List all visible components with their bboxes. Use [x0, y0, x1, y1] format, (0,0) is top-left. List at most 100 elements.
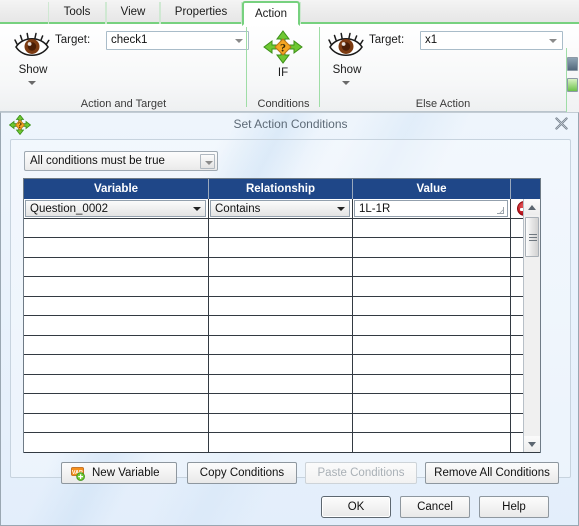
dialog-footer: OK Cancel Help: [1, 484, 578, 525]
conditions-scrollbar[interactable]: [523, 199, 540, 452]
target-combo[interactable]: check1: [106, 31, 249, 50]
show-split-button[interactable]: Show: [10, 64, 56, 76]
cell-variable[interactable]: [24, 374, 209, 394]
value-input[interactable]: 1L-1R: [354, 200, 508, 217]
paste-conditions-button[interactable]: Paste Conditions: [305, 462, 417, 484]
tab-properties-label: Properties: [174, 6, 228, 18]
cell-variable[interactable]: [24, 238, 209, 257]
table-row[interactable]: [24, 413, 540, 433]
conditions-table-body: Question_0002 Contains 1L-1R: [24, 199, 540, 453]
cell-variable[interactable]: [24, 316, 209, 335]
column-header-variable[interactable]: Variable: [24, 179, 209, 199]
cell-variable[interactable]: [24, 218, 209, 238]
cell-relationship[interactable]: [209, 413, 353, 433]
eye-icon: [14, 32, 50, 58]
cell-variable[interactable]: [24, 257, 209, 277]
chevron-down-icon: [235, 39, 243, 43]
column-header-value[interactable]: Value: [353, 179, 511, 199]
tab-properties[interactable]: Properties: [160, 2, 242, 24]
tab-view[interactable]: View: [106, 2, 160, 24]
table-row[interactable]: [24, 218, 540, 238]
scroll-up-arrow[interactable]: [524, 199, 540, 215]
cell-variable[interactable]: [24, 394, 209, 413]
ribbon-body: Show Target: check1 Action and Target ? …: [0, 24, 579, 136]
cell-relationship[interactable]: [209, 433, 353, 452]
conditions-panel: All conditions must be true Variable Rel…: [10, 139, 571, 484]
cell-variable[interactable]: [24, 277, 209, 296]
cell-value[interactable]: [353, 316, 511, 335]
cell-value[interactable]: [353, 218, 511, 238]
cell-relationship[interactable]: [209, 394, 353, 413]
relationship-combo[interactable]: Contains: [210, 200, 350, 217]
overflow-item-2-icon[interactable]: [567, 78, 578, 92]
cell-variable[interactable]: [24, 413, 209, 433]
table-row[interactable]: Question_0002 Contains 1L-1R: [24, 199, 540, 219]
cell-relationship[interactable]: [209, 257, 353, 277]
variable-combo[interactable]: Question_0002: [25, 200, 206, 217]
cell-variable[interactable]: [24, 335, 209, 355]
cell-value[interactable]: [353, 374, 511, 394]
cell-variable[interactable]: [24, 433, 209, 452]
chevron-down-icon: [549, 39, 557, 43]
remove-all-conditions-button[interactable]: Remove All Conditions: [425, 462, 559, 484]
cell-value[interactable]: [353, 296, 511, 316]
scrollbar-thumb[interactable]: [525, 217, 539, 257]
cell-variable[interactable]: Question_0002: [24, 199, 209, 218]
table-row[interactable]: [24, 316, 540, 336]
table-row[interactable]: [24, 257, 540, 277]
cell-value[interactable]: [353, 277, 511, 296]
table-row[interactable]: [24, 238, 540, 258]
ok-label: OK: [347, 501, 365, 513]
cell-relationship[interactable]: [209, 277, 353, 296]
chevron-down-icon: [193, 207, 201, 211]
cell-relationship[interactable]: [209, 296, 353, 316]
table-row[interactable]: [24, 374, 540, 394]
else-show-dropdown-arrow[interactable]: [342, 81, 350, 85]
chevron-down-icon[interactable]: [200, 154, 215, 169]
cell-relationship[interactable]: [209, 355, 353, 374]
cell-relationship[interactable]: [209, 218, 353, 238]
cell-value[interactable]: [353, 257, 511, 277]
cell-value[interactable]: [353, 238, 511, 257]
show-dropdown-arrow[interactable]: [28, 81, 36, 85]
close-icon[interactable]: [554, 117, 569, 132]
cell-value[interactable]: [353, 394, 511, 413]
overflow-item-1-icon[interactable]: [567, 57, 578, 71]
cell-variable[interactable]: [24, 355, 209, 374]
scroll-down-arrow[interactable]: [524, 436, 540, 452]
else-show-split-button[interactable]: Show: [324, 64, 370, 76]
cell-value[interactable]: 1L-1R: [353, 199, 511, 218]
tab-tools[interactable]: Tools: [48, 2, 106, 24]
condition-logic-select[interactable]: All conditions must be true: [24, 151, 218, 171]
help-button[interactable]: Help: [479, 496, 549, 518]
column-header-relationship[interactable]: Relationship: [209, 179, 353, 199]
show-label: Show: [18, 64, 48, 76]
if-arrows-question-icon[interactable]: ?: [263, 30, 303, 64]
new-variable-button[interactable]: VAR New Variable: [61, 462, 177, 484]
cell-value[interactable]: [353, 355, 511, 374]
copy-conditions-button[interactable]: Copy Conditions: [187, 462, 297, 484]
condition-logic-value: All conditions must be true: [30, 155, 165, 167]
cell-value[interactable]: [353, 335, 511, 355]
table-row[interactable]: [24, 433, 540, 453]
cell-relationship[interactable]: Contains: [209, 199, 353, 218]
cell-variable[interactable]: [24, 296, 209, 316]
ok-button[interactable]: OK: [321, 496, 391, 518]
cancel-button[interactable]: Cancel: [400, 496, 470, 518]
expand-corner-icon[interactable]: [497, 207, 504, 214]
else-target-combo[interactable]: x1: [420, 31, 563, 50]
cell-relationship[interactable]: [209, 238, 353, 257]
table-row[interactable]: [24, 355, 540, 375]
table-row[interactable]: [24, 335, 540, 355]
table-row[interactable]: [24, 394, 540, 414]
table-row[interactable]: [24, 277, 540, 297]
cell-relationship[interactable]: [209, 335, 353, 355]
dialog-title: Set Action Conditions: [233, 117, 348, 131]
table-row[interactable]: [24, 296, 540, 316]
cell-relationship[interactable]: [209, 374, 353, 394]
cell-relationship[interactable]: [209, 316, 353, 335]
cell-value[interactable]: [353, 413, 511, 433]
cell-value[interactable]: [353, 433, 511, 452]
ribbon: Tools View Properties Action Show Target…: [0, 0, 579, 136]
tab-action[interactable]: Action: [242, 1, 300, 26]
